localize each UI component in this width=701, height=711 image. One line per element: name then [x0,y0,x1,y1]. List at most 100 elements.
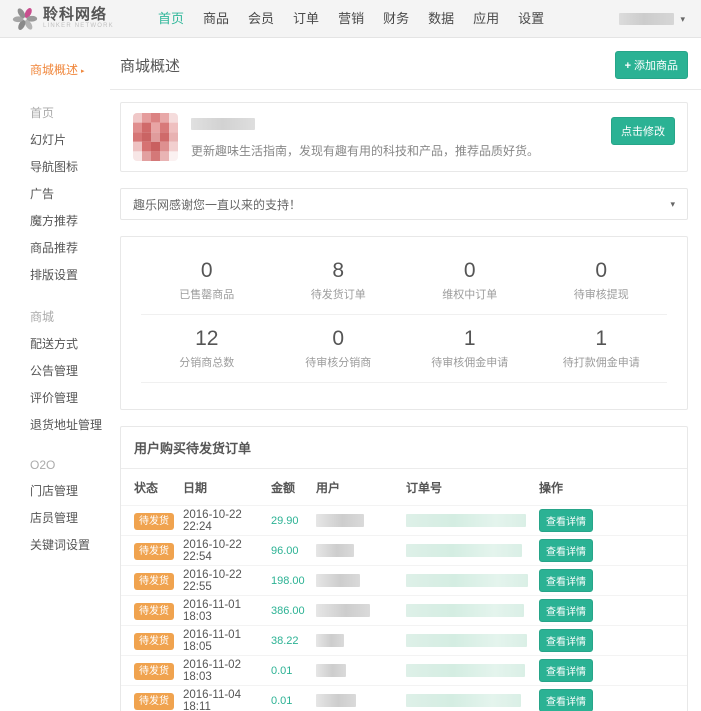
nav-item-finance[interactable]: 财务 [383,0,409,38]
table-row: 待发货 2016-11-01 18:03 386.00 查看详情 [121,595,687,625]
redacted-order-number [406,634,527,647]
sidebar-item-delivery[interactable]: 配送方式 [30,330,110,357]
order-date: 2016-10-22 22:24 [183,509,271,533]
chevron-down-icon: ▾ [680,15,685,24]
stat-pending-withdrawals[interactable]: 0 待审核提现 [536,259,668,302]
status-badge: 待发货 [134,603,174,620]
sidebar-item-mall-overview[interactable]: 商城概述▸ [30,56,110,83]
stat-pending-commission-payout[interactable]: 1 待打款佣金申请 [536,327,668,370]
stats-panel: 0 已售罄商品 8 待发货订单 0 维权中订单 0 待审核提现 [120,236,688,410]
status-badge: 待发货 [134,513,174,530]
redacted-order-number [406,544,522,557]
view-detail-button[interactable]: 查看详情 [539,569,593,592]
order-amount: 38.22 [271,635,316,647]
user-menu[interactable]: ▾ [619,0,685,38]
order-amount: 29.90 [271,515,316,527]
sidebar-item-clerks[interactable]: 店员管理 [30,504,110,531]
nav-item-members[interactable]: 会员 [248,0,274,38]
sidebar-item-layout-settings[interactable]: 排版设置 [30,261,110,288]
status-badge: 待发货 [134,633,174,650]
order-amount: 96.00 [271,545,316,557]
shop-profile-card: 更新趣味生活指南，发现有趣有用的科技和产品，推荐品质好货。 点击修改 [120,102,688,172]
redacted-order-number [406,604,524,617]
main-nav: 首页 商品 会员 订单 营销 财务 数据 应用 设置 [158,0,544,38]
nav-item-orders[interactable]: 订单 [293,0,319,38]
plus-icon: + [625,60,631,72]
edit-shop-button[interactable]: 点击修改 [611,117,675,145]
view-detail-button[interactable]: 查看详情 [539,689,593,711]
status-badge: 待发货 [134,663,174,680]
sidebar-item-reviews[interactable]: 评价管理 [30,384,110,411]
order-amount: 386.00 [271,605,316,617]
view-detail-button[interactable]: 查看详情 [539,629,593,652]
sidebar: 商城概述▸ 首页 幻灯片 导航图标 广告 魔方推荐 商品推荐 排版设置 商城 配… [0,38,110,711]
sidebar-item-slides[interactable]: 幻灯片 [30,126,110,153]
sidebar-item-nav-icons[interactable]: 导航图标 [30,153,110,180]
redacted-order-number [406,514,526,527]
sidebar-item-announcements[interactable]: 公告管理 [30,357,110,384]
redacted-order-number [406,574,528,587]
sidebar-section-mall: 商城 [30,303,110,330]
sidebar-item-stores[interactable]: 门店管理 [30,477,110,504]
view-detail-button[interactable]: 查看详情 [539,509,593,532]
redacted-user [316,634,344,647]
redacted-shop-name [191,118,255,130]
nav-item-home[interactable]: 首页 [158,0,184,38]
stat-distributors-total[interactable]: 12 分销商总数 [141,327,273,370]
redacted-user [316,664,346,677]
page-header: 商城概述 +添加商品 [110,38,701,90]
order-date: 2016-11-01 18:03 [183,599,271,623]
status-badge: 待发货 [134,573,174,590]
view-detail-button[interactable]: 查看详情 [539,659,593,682]
order-amount: 0.01 [271,695,316,707]
topbar: 聆科网络 LINKER NETWORK 首页 商品 会员 订单 营销 财务 数据… [0,0,701,38]
sidebar-item-goods-recommend[interactable]: 商品推荐 [30,234,110,261]
sidebar-section-home: 首页 [30,99,110,126]
stat-soldout-goods[interactable]: 0 已售罄商品 [141,259,273,302]
redacted-username [619,13,674,25]
notice-select[interactable]: 趣乐网感谢您一直以来的支持！ ▾ [120,188,688,220]
view-detail-button[interactable]: 查看详情 [539,599,593,622]
order-amount: 198.00 [271,575,316,587]
avatar [133,113,178,161]
stat-dispute-orders[interactable]: 0 维权中订单 [404,259,536,302]
add-product-button[interactable]: +添加商品 [615,51,688,79]
logo-title: 聆科网络 [43,7,114,22]
nav-item-goods[interactable]: 商品 [203,0,229,38]
sidebar-item-ads[interactable]: 广告 [30,180,110,207]
order-date: 2016-11-02 18:03 [183,659,271,683]
orders-table-title: 用户购买待发货订单 [121,427,687,469]
status-badge: 待发货 [134,543,174,560]
notice-select-value: 趣乐网感谢您一直以来的支持！ [133,196,301,213]
stat-pending-distributors[interactable]: 0 待审核分销商 [273,327,405,370]
sidebar-item-cube-recommend[interactable]: 魔方推荐 [30,207,110,234]
redacted-order-number [406,664,525,677]
nav-item-data[interactable]: 数据 [428,0,454,38]
nav-item-apps[interactable]: 应用 [473,0,499,38]
shop-description: 更新趣味生活指南，发现有趣有用的科技和产品，推荐品质好货。 [191,142,539,159]
redacted-order-number [406,694,521,707]
redacted-user [316,544,354,557]
nav-item-settings[interactable]: 设置 [518,0,544,38]
redacted-user [316,604,370,617]
page-title: 商城概述 [120,55,180,76]
logo-subtitle: LINKER NETWORK [43,22,114,30]
arrow-right-icon: ▸ [81,68,85,75]
chevron-down-icon: ▾ [670,200,675,209]
order-date: 2016-11-01 18:05 [183,629,271,653]
sidebar-item-return-address[interactable]: 退货地址管理 [30,411,110,438]
redacted-user [316,694,356,707]
order-date: 2016-10-22 22:54 [183,539,271,563]
stat-pending-commission-review[interactable]: 1 待审核佣金申请 [404,327,536,370]
order-date: 2016-10-22 22:55 [183,569,271,593]
view-detail-button[interactable]: 查看详情 [539,539,593,562]
table-row: 待发货 2016-10-22 22:55 198.00 查看详情 [121,565,687,595]
orders-table-header: 状态 日期 金额 用户 订单号 操作 [121,469,687,505]
nav-item-marketing[interactable]: 营销 [338,0,364,38]
app-logo[interactable]: 聆科网络 LINKER NETWORK [12,6,144,32]
pending-orders-panel: 用户购买待发货订单 状态 日期 金额 用户 订单号 操作 待发货 2016-10… [120,426,688,711]
sidebar-item-keywords[interactable]: 关键词设置 [30,531,110,558]
stat-pending-ship-orders[interactable]: 8 待发货订单 [273,259,405,302]
order-date: 2016-11-04 18:11 [183,689,271,711]
pinwheel-logo-icon [12,6,38,32]
